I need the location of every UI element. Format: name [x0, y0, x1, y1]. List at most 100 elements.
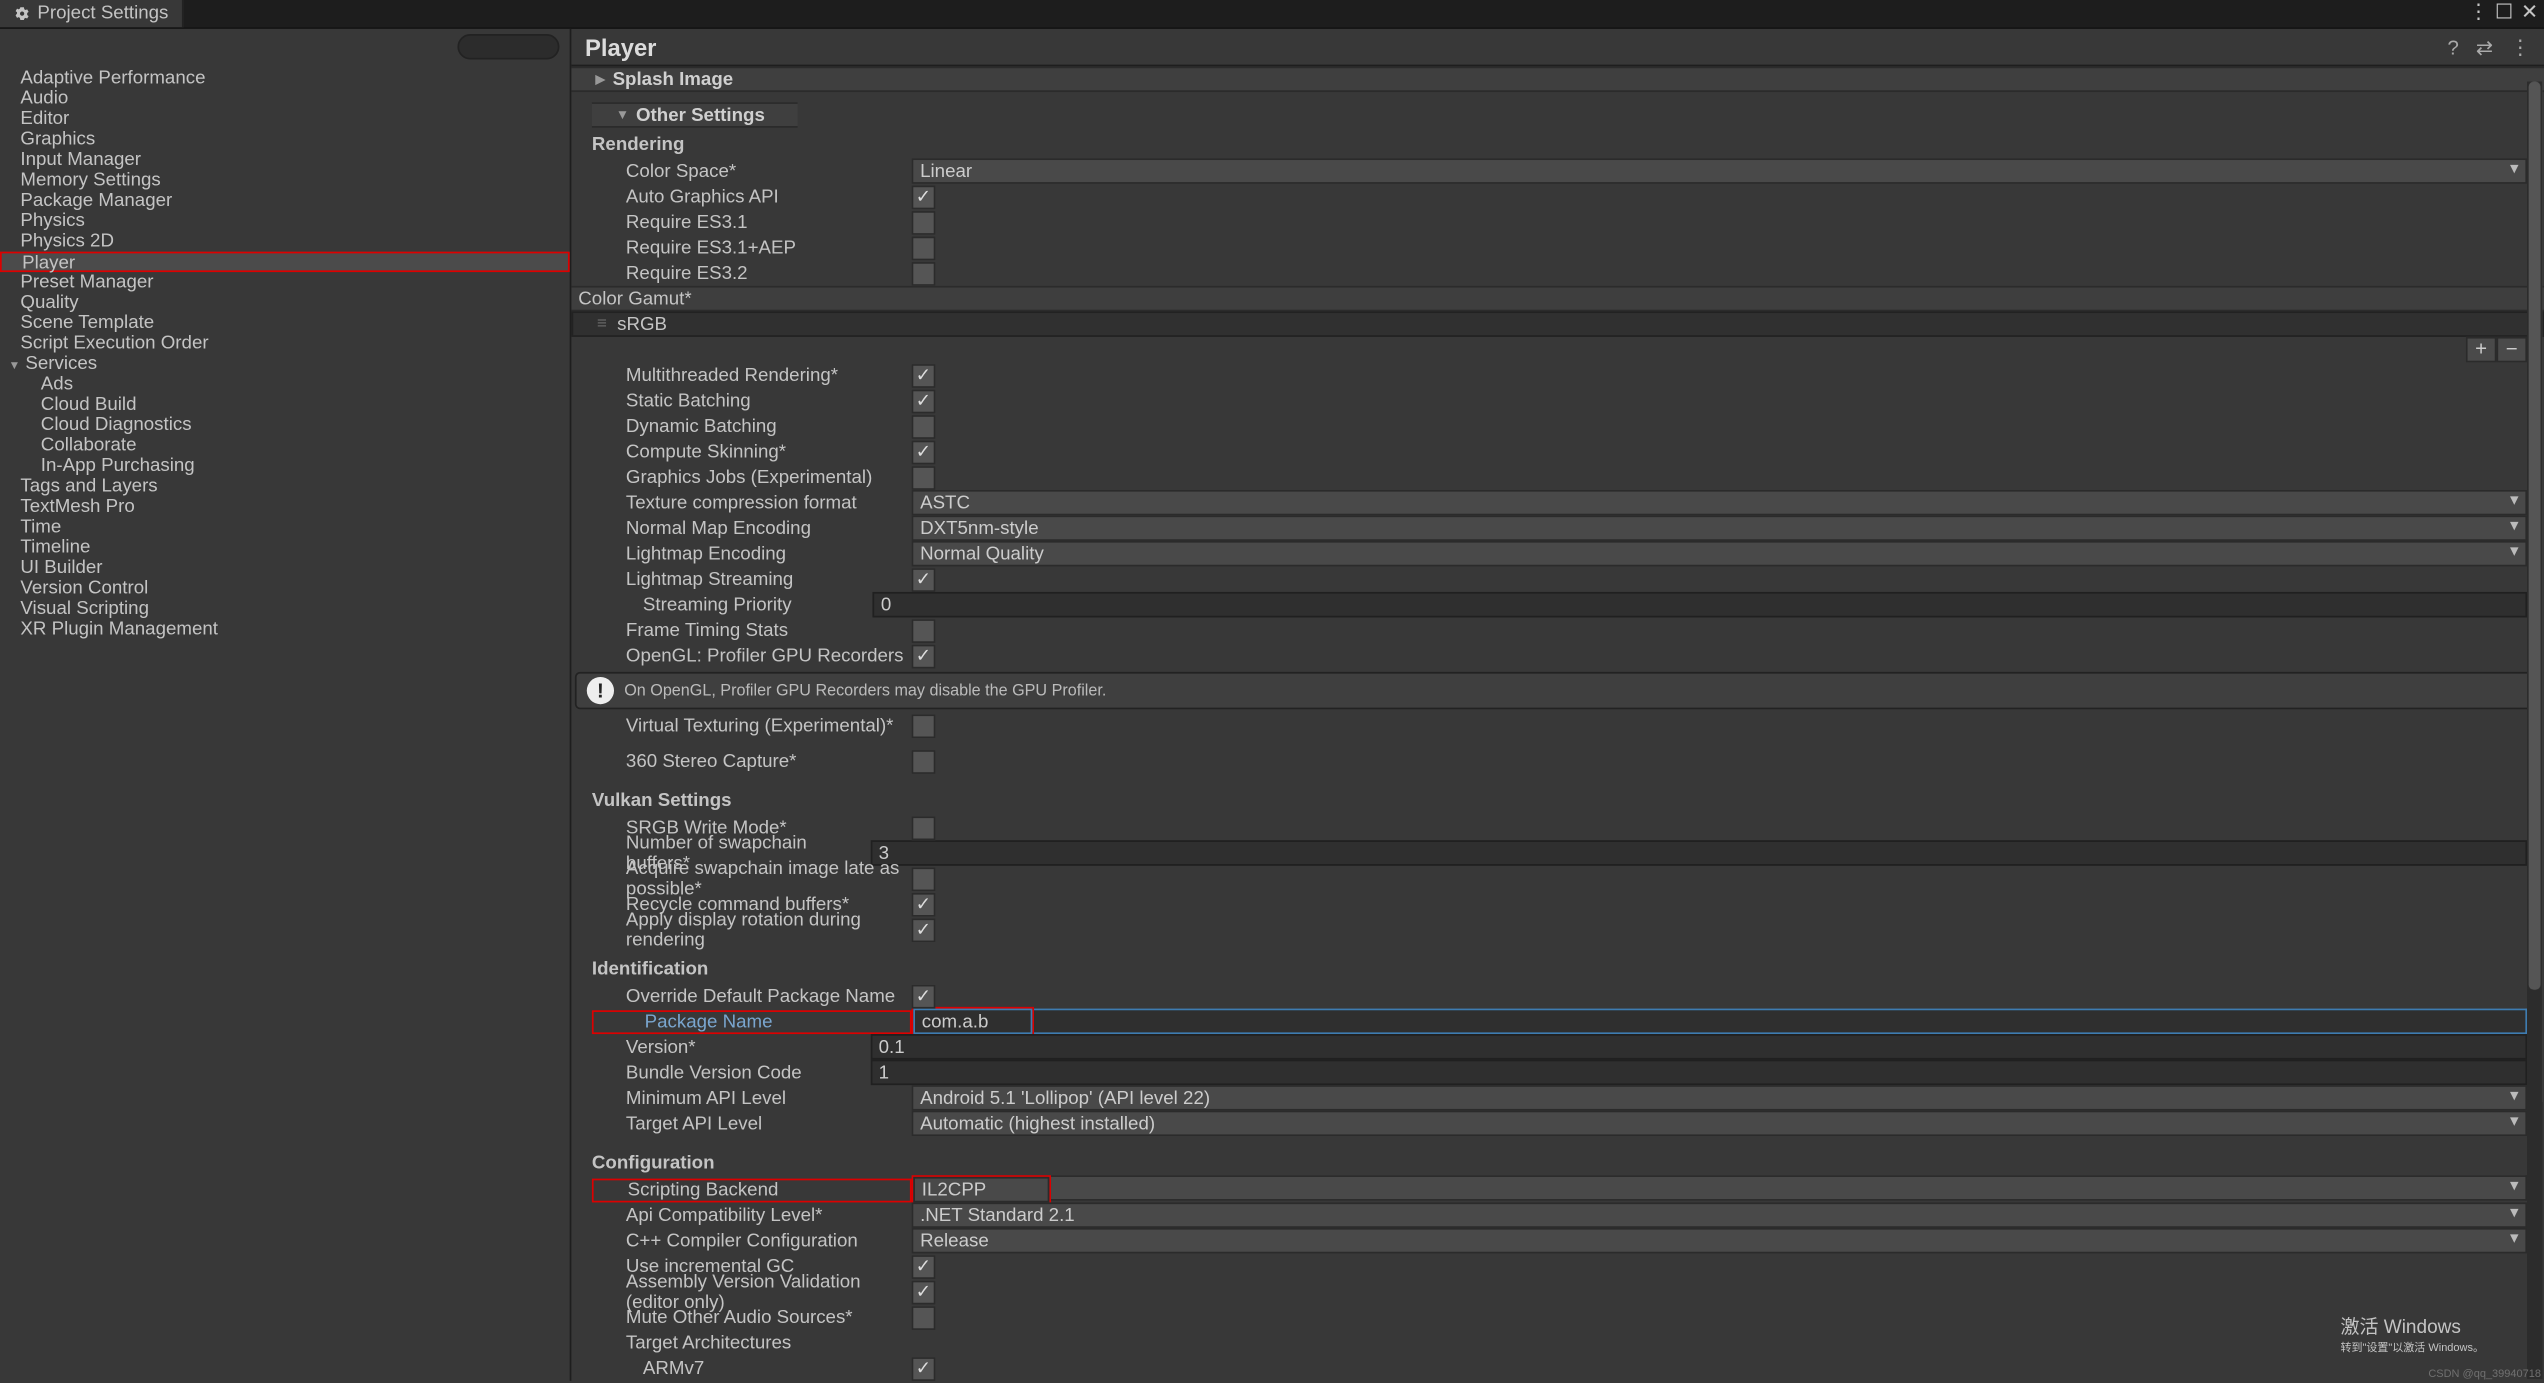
preset-icon[interactable]: ⇄	[2476, 35, 2493, 59]
sidebar-item-cloud-build[interactable]: Cloud Build	[0, 395, 570, 415]
tab-project-settings[interactable]: Project Settings	[0, 0, 184, 27]
sidebar-item-physics-2d[interactable]: Physics 2D	[0, 231, 570, 251]
sidebar-item-physics[interactable]: Physics	[0, 211, 570, 231]
checkbox-multithreaded[interactable]	[911, 363, 935, 387]
dropdown-texture-compression[interactable]: ASTC	[911, 490, 2526, 516]
search-input[interactable]	[457, 34, 559, 60]
checkbox-lightmap-streaming[interactable]	[911, 567, 935, 591]
label-dynamic-batching: Dynamic Batching	[592, 416, 912, 436]
checkbox-acquire-late[interactable]	[911, 866, 935, 890]
sidebar-item-scene-template[interactable]: Scene Template	[0, 313, 570, 333]
label-cpp-compiler: C++ Compiler Configuration	[592, 1230, 912, 1250]
foldout-other-settings[interactable]: ▼Other Settings	[592, 102, 798, 128]
close-icon[interactable]: ✕	[2518, 2, 2540, 24]
maximize-icon[interactable]: ☐	[2493, 2, 2515, 24]
sidebar-item-timeline[interactable]: Timeline	[0, 537, 570, 557]
input-version[interactable]	[870, 1034, 2527, 1060]
checkbox-opengl-profiler[interactable]	[911, 644, 935, 668]
label-mute-audio: Mute Other Audio Sources*	[592, 1307, 912, 1327]
dropdown-scripting-backend[interactable]: IL2CPP	[913, 1177, 1049, 1203]
sidebar-item-services[interactable]: Services	[0, 354, 570, 374]
sidebar-item-ads[interactable]: Ads	[0, 374, 570, 394]
input-bundle-code[interactable]	[870, 1059, 2527, 1085]
label-opengl-profiler: OpenGL: Profiler GPU Recorders	[592, 645, 912, 665]
sidebar-item-graphics[interactable]: Graphics	[0, 129, 570, 149]
checkbox-graphics-jobs[interactable]	[911, 465, 935, 489]
sidebar-item-script-execution-order[interactable]: Script Execution Order	[0, 333, 570, 353]
input-swapchain-buffers[interactable]	[870, 840, 2527, 866]
sidebar-item-preset-manager[interactable]: Preset Manager	[0, 272, 570, 292]
checkbox-virtual-texturing[interactable]	[911, 713, 935, 737]
dropdown-api-compat[interactable]: .NET Standard 2.1	[911, 1202, 2526, 1228]
sidebar-item-collaborate[interactable]: Collaborate	[0, 435, 570, 455]
checkbox-srgb-write[interactable]	[911, 815, 935, 839]
sidebar-item-package-manager[interactable]: Package Manager	[0, 190, 570, 210]
vertical-menu-icon[interactable]: ⋮	[2467, 2, 2489, 24]
dropdown-target-api[interactable]: Automatic (highest installed)	[911, 1110, 2526, 1136]
checkbox-recycle-buffers[interactable]	[911, 892, 935, 916]
sidebar-item-ui-builder[interactable]: UI Builder	[0, 558, 570, 578]
section-identification: Identification	[592, 956, 2527, 983]
sidebar-item-input-manager[interactable]: Input Manager	[0, 150, 570, 170]
dropdown-cpp-compiler[interactable]: Release	[911, 1228, 2526, 1254]
checkbox-display-rotation[interactable]	[911, 917, 935, 941]
checkbox-360-stereo[interactable]	[911, 749, 935, 773]
label-assembly-validation: Assembly Version Validation (editor only…	[592, 1271, 912, 1312]
sidebar-item-adaptive-performance[interactable]: Adaptive Performance	[0, 68, 570, 88]
dropdown-color-space[interactable]: Linear	[911, 158, 2526, 184]
checkbox-dynamic-batching[interactable]	[911, 414, 935, 438]
add-button[interactable]: +	[2466, 337, 2497, 363]
scrollbar-thumb[interactable]	[2529, 82, 2541, 990]
label-multithreaded: Multithreaded Rendering*	[592, 365, 912, 385]
sidebar-item-quality[interactable]: Quality	[0, 292, 570, 312]
label-color-space: Color Space*	[592, 161, 912, 181]
scrollbar[interactable]	[2527, 82, 2542, 1379]
sidebar-item-version-control[interactable]: Version Control	[0, 578, 570, 598]
label-bundle-code: Bundle Version Code	[592, 1062, 870, 1082]
dropdown-lightmap-encoding[interactable]: Normal Quality	[911, 541, 2526, 567]
foldout-splash-image[interactable]: ▶Splash Image	[571, 66, 2544, 92]
checkbox-armv7[interactable]	[911, 1356, 935, 1380]
dropdown-normal-map[interactable]: DXT5nm-style	[911, 515, 2526, 541]
sidebar-item-visual-scripting[interactable]: Visual Scripting	[0, 599, 570, 619]
sidebar-item-time[interactable]: Time	[0, 517, 570, 537]
input-streaming-priority[interactable]	[872, 592, 2527, 618]
sidebar-item-tags-layers[interactable]: Tags and Layers	[0, 476, 570, 496]
checkbox-frame-timing[interactable]	[911, 618, 935, 642]
info-icon: !	[587, 677, 614, 704]
csdn-watermark: CSDN @qq_39940718	[2428, 1368, 2541, 1380]
sidebar-item-iap[interactable]: In-App Purchasing	[0, 456, 570, 476]
checkbox-mute-audio[interactable]	[911, 1305, 935, 1329]
checkbox-require-es32[interactable]	[911, 261, 935, 285]
gear-icon	[14, 5, 31, 22]
checkbox-require-es31aep[interactable]	[911, 236, 935, 260]
input-package-name-ext[interactable]	[1034, 1008, 2527, 1034]
dropdown-min-api[interactable]: Android 5.1 'Lollipop' (API level 22)	[911, 1085, 2526, 1111]
label-auto-graphics-api: Auto Graphics API	[592, 186, 912, 206]
checkbox-require-es31[interactable]	[911, 210, 935, 234]
checkbox-static-batching[interactable]	[911, 389, 935, 413]
sidebar-item-player[interactable]: Player	[0, 252, 570, 272]
remove-button[interactable]: −	[2496, 337, 2527, 363]
help-icon[interactable]: ?	[2447, 35, 2458, 59]
dropdown-scripting-backend-ext[interactable]	[1051, 1175, 2527, 1201]
color-gamut-item[interactable]: sRGB	[571, 311, 2544, 337]
sidebar-item-xr-plugin[interactable]: XR Plugin Management	[0, 619, 570, 639]
input-package-name[interactable]	[913, 1008, 1032, 1034]
checkbox-incremental-gc[interactable]	[911, 1254, 935, 1278]
label-min-api: Minimum API Level	[592, 1087, 912, 1107]
sidebar-item-textmesh-pro[interactable]: TextMesh Pro	[0, 497, 570, 517]
label-require-es31: Require ES3.1	[592, 212, 912, 232]
label-override-pkg: Override Default Package Name	[592, 985, 912, 1005]
menu-icon[interactable]: ⋮	[2510, 35, 2530, 59]
sidebar-item-audio[interactable]: Audio	[0, 88, 570, 108]
checkbox-compute-skinning[interactable]	[911, 440, 935, 464]
section-vulkan: Vulkan Settings	[592, 787, 2527, 814]
sidebar-item-cloud-diagnostics[interactable]: Cloud Diagnostics	[0, 415, 570, 435]
sidebar-item-memory-settings[interactable]: Memory Settings	[0, 170, 570, 190]
sidebar-item-editor[interactable]: Editor	[0, 109, 570, 129]
checkbox-auto-graphics-api[interactable]	[911, 185, 935, 209]
checkbox-override-pkg[interactable]	[911, 984, 935, 1008]
checkbox-assembly-validation[interactable]	[911, 1280, 935, 1304]
label-scripting-backend: Scripting Backend	[592, 1178, 912, 1202]
